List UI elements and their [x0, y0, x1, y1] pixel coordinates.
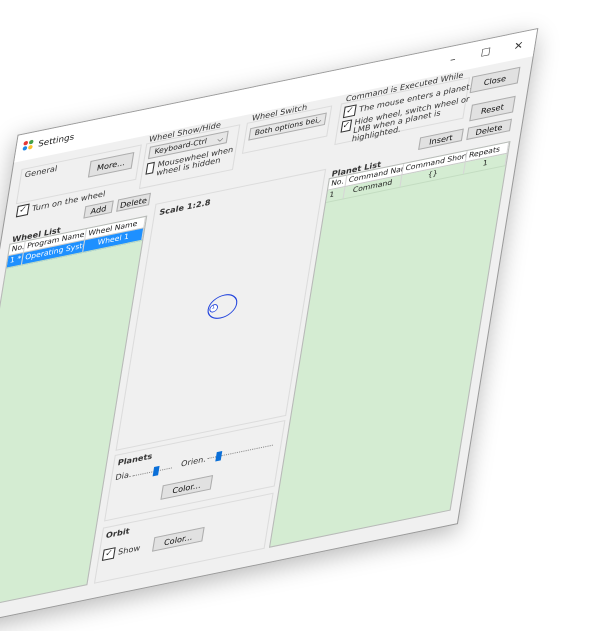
scale-label: Scale 1:2.8: [158, 197, 212, 218]
settings-window: Settings – ☐ ✕ General More... ✓ Turn on…: [0, 27, 539, 631]
check-icon: ✓: [340, 119, 352, 133]
window-title: Settings: [37, 132, 75, 149]
reset-button[interactable]: Reset: [469, 95, 516, 122]
chevron-down-icon: ⌵: [314, 116, 322, 126]
delete-planet-button[interactable]: Delete: [466, 118, 513, 141]
insert-button[interactable]: Insert: [418, 128, 464, 150]
close-button[interactable]: Close: [469, 66, 521, 94]
check-icon: ✓: [15, 203, 30, 218]
maximize-button[interactable]: ☐: [467, 36, 504, 70]
delete-wheel-button[interactable]: Delete: [116, 192, 151, 212]
slider-thumb[interactable]: [152, 465, 160, 477]
cell: 1: [326, 186, 346, 202]
app-icon: [22, 139, 35, 152]
chevron-down-icon: ⌵: [216, 134, 224, 145]
add-button[interactable]: Add: [83, 200, 114, 219]
cell: 1 *: [6, 252, 24, 268]
minimize-button[interactable]: –: [434, 43, 471, 77]
slider-thumb[interactable]: [215, 451, 223, 462]
orbit-preview-icon: [207, 294, 238, 319]
close-window-button[interactable]: ✕: [500, 29, 537, 63]
checkbox-box: [145, 161, 155, 175]
